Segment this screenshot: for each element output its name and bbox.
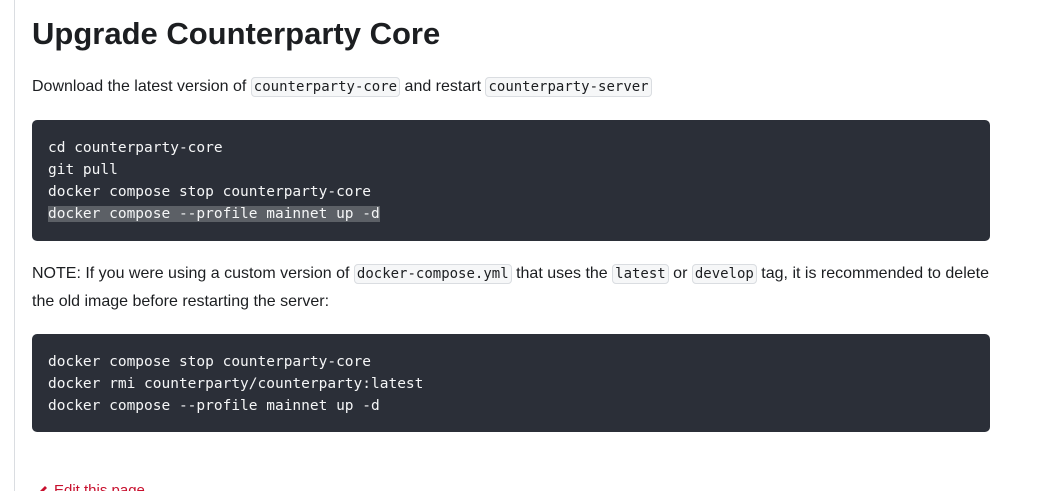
edit-link-label: Edit this page [54, 482, 145, 491]
inline-code-latest: latest [612, 264, 669, 284]
inline-code-counterparty-core: counterparty-core [250, 77, 401, 97]
code-block-cleanup[interactable]: docker compose stop counterparty-core do… [32, 334, 990, 432]
intro-text-mid: and restart [400, 78, 486, 95]
edit-this-page-link[interactable]: Edit this page [38, 482, 145, 491]
inline-code-counterparty-server: counterparty-server [485, 77, 652, 97]
note-text-2: that uses the [511, 265, 613, 282]
inline-code-develop: develop [691, 264, 757, 284]
note-text-3: or [668, 265, 692, 282]
intro-text-before: Download the latest version of [32, 78, 251, 95]
code-line: docker compose stop counterparty-core [48, 354, 372, 370]
code-line: docker compose stop counterparty-core [48, 184, 372, 200]
sidebar-divider [14, 0, 15, 491]
intro-paragraph: Download the latest version of counterpa… [32, 73, 652, 101]
code-line: git pull [48, 162, 118, 178]
code-line: docker rmi counterparty/counterparty:lat… [48, 376, 424, 392]
code-line-selected: docker compose --profile mainnet up -d [48, 203, 974, 225]
inline-code-docker-compose-yml: docker-compose.yml [353, 264, 512, 284]
note-paragraph: NOTE: If you were using a custom version… [32, 260, 990, 315]
code-line: docker compose --profile mainnet up -d [48, 398, 380, 414]
pencil-icon [40, 486, 47, 491]
code-line: cd counterparty-core [48, 140, 223, 156]
page-title: Upgrade Counterparty Core [32, 16, 441, 51]
text-selection-highlight[interactable]: docker compose --profile mainnet up -d [48, 206, 380, 222]
note-text-1: NOTE: If you were using a custom version… [32, 265, 354, 282]
code-block-upgrade[interactable]: cd counterparty-core git pull docker com… [32, 120, 990, 241]
